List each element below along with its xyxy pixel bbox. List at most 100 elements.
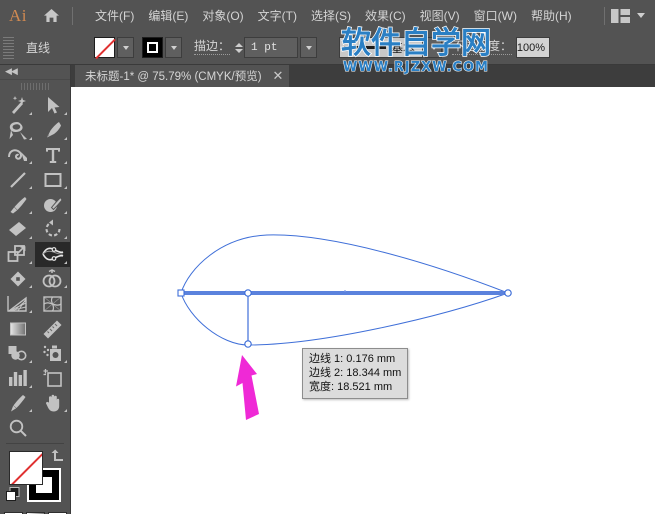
tool-shaper[interactable] bbox=[35, 192, 70, 217]
leaf-lower-curve bbox=[180, 292, 509, 346]
tool-lasso[interactable] bbox=[0, 118, 35, 143]
tool-zoom[interactable] bbox=[0, 415, 35, 440]
artboard-canvas[interactable] bbox=[71, 87, 655, 514]
tool-type[interactable] bbox=[35, 143, 70, 168]
opacity-label: 不透明度： bbox=[452, 39, 513, 55]
tool-scale[interactable] bbox=[0, 242, 35, 267]
tool-selection[interactable] bbox=[35, 93, 70, 118]
workspace-layout-icon[interactable] bbox=[611, 8, 630, 23]
tool-pen[interactable] bbox=[35, 118, 70, 143]
tool-paintbrush[interactable] bbox=[0, 192, 35, 217]
tool-flyout-corner bbox=[29, 136, 32, 140]
ai-logo: Ai bbox=[9, 5, 27, 25]
stroke-profile-dropdown-button[interactable] bbox=[425, 37, 443, 58]
stroke-profile-select[interactable]: 基本 bbox=[339, 37, 424, 58]
stepper-down-icon[interactable] bbox=[234, 48, 243, 53]
tool-flyout-corner bbox=[29, 310, 32, 314]
tools-panel-header[interactable]: ◀◀ bbox=[0, 65, 70, 80]
stroke-dropdown-button[interactable] bbox=[165, 37, 182, 58]
hand-tool-icon bbox=[45, 394, 59, 412]
perspective-grid-tool-icon bbox=[7, 295, 27, 312]
tools-panel: ◀◀ bbox=[0, 65, 71, 514]
menu-item-help[interactable]: 帮助(H) bbox=[524, 6, 579, 26]
menu-item-object[interactable]: 对象(O) bbox=[195, 6, 250, 26]
tool-flyout-corner bbox=[29, 186, 32, 190]
fill-dropdown-button[interactable] bbox=[117, 37, 134, 58]
swap-arrow-glyph bbox=[51, 449, 63, 462]
document-tab[interactable]: 未标题-1* @ 75.79% (CMYK/预览) ✕ bbox=[75, 65, 290, 87]
stroke-weight-input[interactable]: 1 pt bbox=[244, 37, 299, 58]
tool-magic-wand[interactable] bbox=[0, 93, 35, 118]
tools-panel-grip[interactable] bbox=[0, 80, 70, 93]
stepper-up-icon[interactable] bbox=[234, 42, 243, 47]
tool-slice[interactable] bbox=[0, 391, 35, 416]
menu-item-edit[interactable]: 编辑(E) bbox=[141, 6, 195, 26]
shape-builder-tool-icon bbox=[42, 269, 62, 288]
tool-rectangle[interactable] bbox=[35, 167, 70, 192]
tool-flyout-corner bbox=[64, 285, 67, 289]
menu-item-select[interactable]: 选择(S) bbox=[304, 6, 358, 26]
menu-item-file[interactable]: 文件(F) bbox=[88, 6, 141, 26]
tool-curvature[interactable] bbox=[0, 143, 35, 168]
stroke-weight-stepper[interactable] bbox=[233, 37, 244, 58]
tool-measure[interactable] bbox=[35, 316, 70, 341]
tool-free-transform[interactable] bbox=[0, 267, 35, 292]
opacity-input[interactable]: 100% bbox=[516, 37, 551, 58]
chevron-down-icon bbox=[430, 45, 437, 50]
fill-indicator[interactable] bbox=[9, 451, 43, 486]
tool-flyout-corner bbox=[29, 235, 32, 239]
menu-item-effect[interactable]: 效果(C) bbox=[358, 6, 413, 26]
stroke-swatch-button[interactable] bbox=[142, 37, 163, 58]
tool-symbol-sprayer[interactable] bbox=[35, 341, 70, 366]
tool-flyout-corner bbox=[64, 260, 67, 264]
fill-stroke-indicator-group bbox=[0, 447, 70, 509]
tool-flyout-corner bbox=[64, 161, 67, 165]
menu-item-type[interactable]: 文字(T) bbox=[251, 6, 304, 26]
tool-rotate[interactable] bbox=[35, 217, 70, 242]
menu-item-view[interactable]: 视图(V) bbox=[413, 6, 467, 26]
workspace-chevron-down-icon[interactable] bbox=[637, 13, 645, 18]
tool-flyout-corner bbox=[64, 210, 67, 214]
tool-perspective-grid[interactable] bbox=[0, 291, 35, 316]
fill-swatch-button[interactable] bbox=[94, 37, 116, 59]
tool-artboard[interactable] bbox=[35, 366, 70, 391]
selection-tool-icon bbox=[47, 97, 59, 114]
menu-item-window[interactable]: 窗口(W) bbox=[467, 6, 524, 26]
tool-column-graph[interactable] bbox=[0, 366, 35, 391]
stroke-weight-dropdown-button[interactable] bbox=[300, 37, 318, 58]
rotate-tool-icon bbox=[44, 219, 61, 237]
tool-flyout-corner bbox=[29, 260, 32, 264]
measure-row-width: 宽度: 18.521 mm bbox=[309, 381, 393, 393]
curvature-tool-icon bbox=[7, 149, 27, 161]
lasso-tool-icon bbox=[9, 122, 27, 140]
tool-blend[interactable] bbox=[0, 341, 35, 366]
tool-gradient[interactable] bbox=[0, 316, 35, 341]
default-fill-stroke-icon[interactable] bbox=[6, 487, 21, 507]
anchor-middle[interactable] bbox=[244, 289, 252, 297]
tool-flyout-corner bbox=[29, 161, 32, 165]
leaf-upper-curve bbox=[180, 234, 509, 294]
default-fill-stroke-glyph bbox=[6, 487, 20, 502]
close-icon[interactable]: ✕ bbox=[273, 70, 284, 83]
home-icon[interactable] bbox=[36, 8, 66, 23]
control-bar-grip[interactable] bbox=[3, 36, 14, 59]
menu-divider bbox=[72, 6, 73, 25]
artboard-tool-icon bbox=[43, 369, 62, 387]
measure-row-side2: 边线 2: 18.344 mm bbox=[309, 367, 402, 379]
anchor-left[interactable] bbox=[177, 289, 185, 297]
chevron-down-icon bbox=[305, 45, 312, 50]
anchor-width-handle[interactable] bbox=[244, 340, 252, 348]
tool-line-segment[interactable] bbox=[0, 167, 35, 192]
tool-shape-builder[interactable] bbox=[35, 267, 70, 292]
tool-eraser[interactable] bbox=[0, 217, 35, 242]
tool-flyout-corner bbox=[64, 409, 67, 413]
collapse-panel-icon[interactable]: ◀◀ bbox=[5, 67, 18, 77]
anchor-right[interactable] bbox=[504, 289, 512, 297]
free-transform-tool-icon bbox=[10, 271, 25, 287]
measure-row-side1: 边线 1: 0.176 mm bbox=[309, 353, 396, 365]
shaper-tool-icon bbox=[44, 196, 63, 212]
tool-mesh[interactable] bbox=[35, 291, 70, 316]
tool-hand[interactable] bbox=[35, 391, 70, 416]
tool-width[interactable] bbox=[35, 241, 70, 267]
swap-fill-stroke-icon[interactable] bbox=[51, 449, 65, 467]
